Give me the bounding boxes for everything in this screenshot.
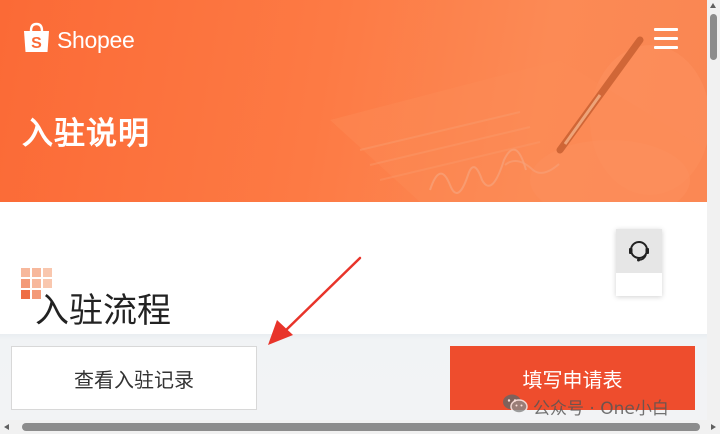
svg-text:S: S xyxy=(31,35,42,52)
customer-support-button[interactable] xyxy=(616,229,662,296)
vertical-scrollbar[interactable] xyxy=(707,0,720,420)
headset-icon xyxy=(616,229,662,273)
wechat-icon xyxy=(502,393,528,420)
shopee-logo[interactable]: S Shopee xyxy=(22,22,135,58)
scroll-left-arrow-icon[interactable] xyxy=(4,423,9,430)
shopee-bag-icon: S xyxy=(22,22,51,58)
section-title: 入驻流程 xyxy=(35,291,171,331)
horizontal-scroll-thumb[interactable] xyxy=(22,423,700,431)
scroll-right-arrow-icon[interactable] xyxy=(711,423,716,430)
page: S Shopee 入驻说明 入驻流程 查看入驻记录 填写申请表 公众号 · On… xyxy=(0,0,720,434)
watermark: 公众号 · One小白 xyxy=(502,393,669,420)
scroll-up-arrow-icon[interactable] xyxy=(710,3,716,8)
view-application-history-button[interactable]: 查看入驻记录 xyxy=(11,346,257,410)
hero-banner: S Shopee 入驻说明 xyxy=(0,0,707,202)
brand-name: Shopee xyxy=(57,26,135,53)
watermark-text: 公众号 · One小白 xyxy=(533,399,669,419)
page-title: 入驻说明 xyxy=(22,116,150,152)
hamburger-menu-icon[interactable] xyxy=(654,28,678,50)
vertical-scroll-thumb[interactable] xyxy=(710,14,717,60)
